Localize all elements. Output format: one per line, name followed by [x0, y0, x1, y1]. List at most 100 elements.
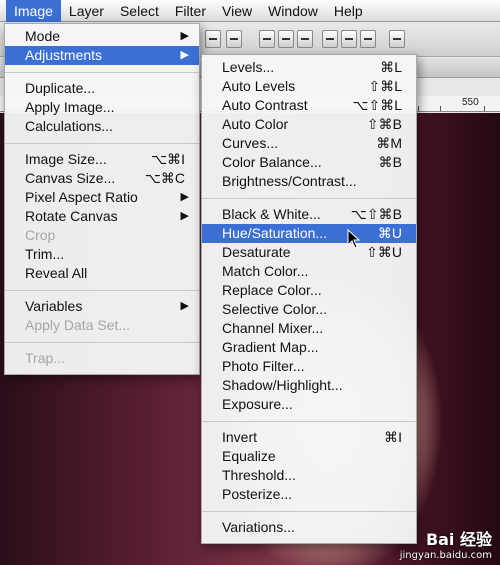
- menu-item-desaturate[interactable]: Desaturate ⇧⌘U: [202, 243, 416, 262]
- menu-item-label: Brightness/Contrast...: [222, 173, 357, 189]
- menu-item-gradient-map[interactable]: Gradient Map...: [202, 338, 416, 357]
- menu-item-auto-contrast[interactable]: Auto Contrast ⌥⇧⌘L: [202, 96, 416, 115]
- menu-item-exposure[interactable]: Exposure...: [202, 395, 416, 414]
- menu-item-label: Apply Image...: [25, 99, 115, 115]
- menu-item-label: Curves...: [222, 135, 279, 151]
- menubar-item-layer[interactable]: Layer: [61, 0, 112, 22]
- menu-item-label: Mode: [25, 28, 61, 44]
- menu-item-duplicate[interactable]: Duplicate...: [5, 79, 199, 98]
- menu-item-shortcut: ⇧⌘U: [366, 244, 402, 260]
- distribute-bottom-icon[interactable]: [297, 30, 313, 48]
- menu-item-mode[interactable]: Mode ▶: [5, 27, 199, 46]
- menu-item-shortcut: ⌘I: [384, 429, 402, 445]
- align-top-icon[interactable]: [205, 30, 221, 48]
- menu-item-label: Apply Data Set...: [25, 317, 131, 333]
- menu-item-label: Black & White...: [222, 206, 321, 222]
- menu-item-label: Replace Color...: [222, 282, 322, 298]
- menu-item-reveal-all[interactable]: Reveal All: [5, 264, 199, 283]
- align-middle-icon[interactable]: [226, 30, 242, 48]
- menubar-item-help[interactable]: Help: [326, 0, 371, 22]
- menubar-item-filter[interactable]: Filter: [167, 0, 214, 22]
- menu-item-rotate-canvas[interactable]: Rotate Canvas ▶: [5, 207, 199, 226]
- image-menu: Mode ▶ Adjustments ▶ Duplicate... Apply Image…: [4, 23, 200, 375]
- menu-item-shortcut: ⌘U: [377, 225, 402, 241]
- menu-item-canvas-size[interactable]: Canvas Size... ⌥⌘C: [5, 169, 199, 188]
- menu-item-trap: Trap...: [5, 349, 199, 368]
- menu-item-label: Variations...: [222, 519, 295, 535]
- distribute-left-icon[interactable]: [322, 30, 338, 48]
- menu-item-label: Auto Levels: [222, 78, 296, 94]
- menu-item-shortcut: ⇧⌘L: [368, 78, 402, 94]
- menu-item-color-balance[interactable]: Color Balance... ⌘B: [202, 153, 416, 172]
- menu-item-label: Color Balance...: [222, 154, 322, 170]
- menu-separator: [5, 290, 199, 291]
- menu-item-replace-color[interactable]: Replace Color...: [202, 281, 416, 300]
- menu-separator: [202, 421, 416, 422]
- menu-item-equalize[interactable]: Equalize: [202, 447, 416, 466]
- submenu-arrow-icon: ▶: [180, 300, 189, 312]
- menu-item-match-color[interactable]: Match Color...: [202, 262, 416, 281]
- menu-item-auto-levels[interactable]: Auto Levels ⇧⌘L: [202, 77, 416, 96]
- menu-item-label: Levels...: [222, 59, 275, 75]
- menu-item-label: Equalize: [222, 448, 276, 464]
- menu-item-channel-mixer[interactable]: Channel Mixer...: [202, 319, 416, 338]
- menubar-item-select[interactable]: Select: [112, 0, 167, 22]
- menubar-item-image[interactable]: Image: [6, 0, 61, 22]
- menu-item-black-white[interactable]: Black & White... ⌥⇧⌘B: [202, 205, 416, 224]
- menu-item-trim[interactable]: Trim...: [5, 245, 199, 264]
- menu-item-shadow-highlight[interactable]: Shadow/Highlight...: [202, 376, 416, 395]
- menu-item-label: Pixel Aspect Ratio: [25, 189, 138, 205]
- distribute-top-icon[interactable]: [259, 30, 275, 48]
- menu-item-curves[interactable]: Curves... ⌘M: [202, 134, 416, 153]
- menu-item-selective-color[interactable]: Selective Color...: [202, 300, 416, 319]
- menu-item-calculations[interactable]: Calculations...: [5, 117, 199, 136]
- distribute-hcenter-icon[interactable]: [341, 30, 357, 48]
- menu-item-label: Exposure...: [222, 396, 293, 412]
- menubar-item-view[interactable]: View: [214, 0, 260, 22]
- distribute-center-icon[interactable]: [278, 30, 294, 48]
- menu-item-adjustments[interactable]: Adjustments ▶: [5, 46, 199, 65]
- menu-item-label: Threshold...: [222, 467, 296, 483]
- menu-item-image-size[interactable]: Image Size... ⌥⌘I: [5, 150, 199, 169]
- menubar-item-window[interactable]: Window: [260, 0, 326, 22]
- menu-separator: [202, 511, 416, 512]
- menu-item-shortcut: ⌥⇧⌘L: [352, 97, 402, 113]
- menu-item-variations[interactable]: Variations...: [202, 518, 416, 537]
- menu-item-label: Rotate Canvas: [25, 208, 118, 224]
- menu-item-label: Desaturate: [222, 244, 291, 260]
- menu-item-hue-saturation[interactable]: Hue/Saturation... ⌘U: [202, 224, 416, 243]
- menu-item-pixel-aspect-ratio[interactable]: Pixel Aspect Ratio ▶: [5, 188, 199, 207]
- menu-item-invert[interactable]: Invert ⌘I: [202, 428, 416, 447]
- menu-item-label: Adjustments: [25, 47, 103, 63]
- menu-item-threshold[interactable]: Threshold...: [202, 466, 416, 485]
- menu-item-label: Channel Mixer...: [222, 320, 324, 336]
- menu-item-variables[interactable]: Variables ▶: [5, 297, 199, 316]
- menu-item-label: Auto Contrast: [222, 97, 308, 113]
- distribute-right-icon[interactable]: [360, 30, 376, 48]
- menu-item-label: Photo Filter...: [222, 358, 305, 374]
- menu-separator: [5, 342, 199, 343]
- auto-align-icon[interactable]: [389, 30, 405, 48]
- submenu-arrow-icon: ▶: [180, 191, 189, 203]
- menu-item-label: Gradient Map...: [222, 339, 319, 355]
- menu-item-label: Variables: [25, 298, 83, 314]
- menu-separator: [5, 72, 199, 73]
- menu-item-levels[interactable]: Levels... ⌘L: [202, 58, 416, 77]
- menu-item-shortcut: ⌥⌘I: [150, 151, 185, 167]
- menu-item-label: Hue/Saturation...: [222, 225, 328, 241]
- menu-item-auto-color[interactable]: Auto Color ⇧⌘B: [202, 115, 416, 134]
- menu-item-label: Posterize...: [222, 486, 293, 502]
- menu-item-brightness-contrast[interactable]: Brightness/Contrast...: [202, 172, 416, 191]
- menu-item-label: Shadow/Highlight...: [222, 377, 343, 393]
- menu-separator: [202, 198, 416, 199]
- menu-item-apply-image[interactable]: Apply Image...: [5, 98, 199, 117]
- menu-item-label: Crop: [25, 227, 56, 243]
- menu-item-photo-filter[interactable]: Photo Filter...: [202, 357, 416, 376]
- menu-item-label: Selective Color...: [222, 301, 328, 317]
- menu-item-shortcut: ⌥⌘C: [144, 170, 185, 186]
- submenu-arrow-icon: ▶: [180, 49, 189, 61]
- menu-item-posterize[interactable]: Posterize...: [202, 485, 416, 504]
- ruler-mark: 550: [462, 97, 479, 108]
- submenu-arrow-icon: ▶: [180, 30, 189, 42]
- menu-item-apply-data-set: Apply Data Set...: [5, 316, 199, 335]
